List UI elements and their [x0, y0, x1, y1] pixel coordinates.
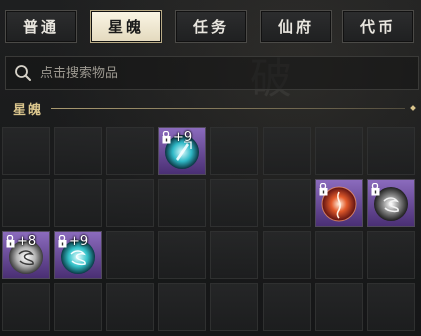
lock-icon [319, 183, 328, 196]
tab-star-soul[interactable]: 星魄 [90, 10, 162, 43]
tab-normal[interactable]: 普通 [5, 10, 77, 43]
empty-slot[interactable] [210, 283, 258, 331]
tab-label: 普通 [22, 18, 59, 36]
empty-slot[interactable] [54, 179, 102, 227]
empty-slot[interactable] [367, 127, 415, 175]
section-divider [51, 107, 405, 109]
tab-immortal-mansion[interactable]: 仙府 [260, 10, 332, 43]
tab-bar: 普通 星魄 任务 仙府 代币 [5, 10, 417, 44]
empty-slot[interactable] [367, 283, 415, 331]
lock-icon [6, 235, 15, 248]
tab-label: 任务 [192, 18, 229, 36]
empty-slot[interactable] [158, 283, 206, 331]
empty-slot[interactable] [315, 231, 363, 279]
item-slot[interactable] [367, 179, 415, 227]
empty-slot[interactable] [106, 179, 154, 227]
lock-icon [162, 131, 171, 144]
empty-slot[interactable] [315, 283, 363, 331]
item-count: +9 [173, 130, 193, 145]
tab-label: 代币 [359, 18, 396, 36]
lock-icon [371, 183, 380, 196]
section-title: 星魄 [13, 102, 44, 118]
empty-slot[interactable] [106, 283, 154, 331]
search-icon[interactable] [6, 56, 40, 90]
empty-slot[interactable] [315, 127, 363, 175]
lock-icon [58, 235, 67, 248]
empty-slot[interactable] [263, 179, 311, 227]
tab-token[interactable]: 代币 [342, 10, 414, 43]
inventory-panel: 破 普通 星魄 任务 仙府 代币 星魄 +9+8+9 [0, 0, 421, 336]
section-header: 星魄 [5, 98, 416, 118]
item-slot[interactable] [315, 179, 363, 227]
empty-slot[interactable] [54, 283, 102, 331]
search-bar[interactable] [5, 56, 419, 90]
search-input[interactable] [40, 65, 400, 81]
item-slot[interactable]: +9 [158, 127, 206, 175]
empty-slot[interactable] [263, 283, 311, 331]
tab-label: 星魄 [107, 18, 144, 36]
item-slot[interactable]: +9 [54, 231, 102, 279]
empty-slot[interactable] [263, 231, 311, 279]
item-count: +9 [69, 234, 89, 249]
empty-slot[interactable] [158, 231, 206, 279]
tab-quest[interactable]: 任务 [175, 10, 247, 43]
empty-slot[interactable] [210, 179, 258, 227]
empty-slot[interactable] [106, 127, 154, 175]
empty-slot[interactable] [2, 179, 50, 227]
divider-ornament [410, 105, 416, 111]
empty-slot[interactable] [2, 283, 50, 331]
item-slot[interactable]: +8 [2, 231, 50, 279]
empty-slot[interactable] [263, 127, 311, 175]
empty-slot[interactable] [54, 127, 102, 175]
item-grid: +9 +8 +9 [2, 127, 420, 336]
tab-label: 仙府 [277, 18, 314, 36]
item-count: +8 [17, 234, 37, 249]
empty-slot[interactable] [2, 127, 50, 175]
empty-slot[interactable] [106, 231, 154, 279]
empty-slot[interactable] [158, 179, 206, 227]
empty-slot[interactable] [210, 231, 258, 279]
empty-slot[interactable] [210, 127, 258, 175]
empty-slot[interactable] [367, 231, 415, 279]
